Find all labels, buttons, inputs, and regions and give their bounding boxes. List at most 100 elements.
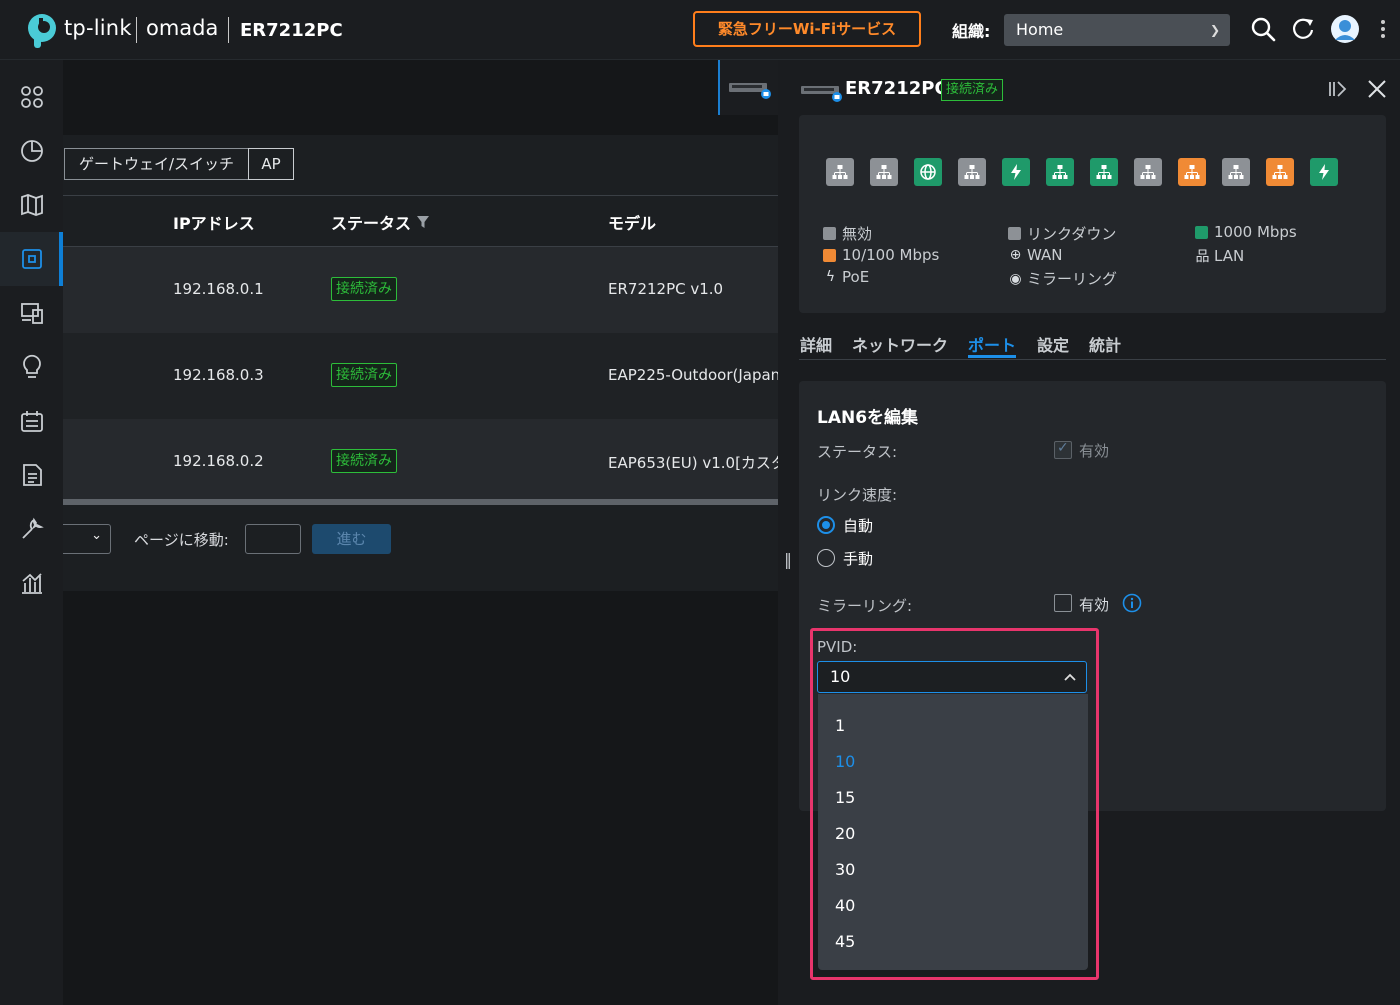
speed-manual-label: 手動 — [843, 550, 874, 568]
search-icon[interactable] — [1250, 16, 1276, 42]
legend-1000mbps: 1000 Mbps — [1195, 223, 1297, 241]
port-6-icon[interactable] — [1046, 158, 1074, 186]
sidebar-item-statistics[interactable] — [0, 124, 63, 178]
sidebar-item-logs[interactable] — [0, 394, 63, 448]
lightbulb-icon — [22, 354, 41, 378]
brand-separator — [136, 17, 137, 43]
devices-icon — [21, 249, 42, 269]
port-11-icon[interactable] — [1266, 158, 1294, 186]
speed-manual-radio[interactable] — [817, 549, 835, 567]
close-icon[interactable] — [1366, 78, 1388, 100]
port-5-icon[interactable] — [1002, 158, 1030, 186]
lightning-icon: ϟ — [825, 269, 836, 285]
sidebar-item-tools[interactable] — [0, 502, 63, 556]
port-8-icon[interactable] — [1134, 158, 1162, 186]
selected-device-thumbnail[interactable] — [718, 60, 778, 115]
port-1-icon[interactable] — [826, 158, 854, 186]
port-2-icon[interactable] — [870, 158, 898, 186]
goto-page-input[interactable] — [245, 524, 301, 554]
legend-swatch — [1195, 225, 1208, 239]
port-3-icon[interactable] — [914, 158, 942, 186]
row-model: EAP225-Outdoor(Japan — [608, 366, 781, 384]
legend-disabled: 無効 — [823, 223, 872, 244]
main-header-area — [63, 60, 778, 135]
sidebar-item-devices[interactable] — [0, 232, 63, 286]
goto-page-button[interactable]: 進む — [312, 524, 391, 554]
top-bar: tp-link omada ER7212PC 緊急フリーWi-Fiサービス 組織… — [0, 0, 1400, 60]
sidebar-item-map[interactable] — [0, 178, 63, 232]
speed-auto-radio[interactable] — [817, 516, 835, 534]
row-model: EAP653(EU) v1.0[カスタ — [608, 454, 786, 472]
lan-icon: 品 — [1195, 249, 1210, 265]
legend-mirroring: ◉ ミラーリング — [1008, 268, 1117, 289]
mirroring-label: ミラーリング: — [817, 597, 913, 615]
analytics-icon — [21, 573, 42, 594]
tab-ports[interactable]: ポート — [968, 332, 1016, 356]
port-7-icon[interactable] — [1090, 158, 1118, 186]
page-size-select[interactable]: ⌄ — [63, 524, 111, 554]
reports-icon — [22, 464, 42, 486]
legend-text: 1000 Mbps — [1214, 223, 1297, 241]
sidebar-item-reports[interactable] — [0, 448, 63, 502]
collapse-panel-icon[interactable] — [1327, 78, 1349, 100]
legend-text: 10/100 Mbps — [842, 246, 940, 264]
table-row[interactable]: 192.168.0.1 接続済み ER7212PC v1.0 — [63, 247, 778, 333]
port-10-icon[interactable] — [1222, 158, 1250, 186]
tab-settings[interactable]: 設定 — [1037, 332, 1069, 356]
tab-statistics[interactable]: 統計 — [1089, 332, 1121, 356]
status-badge: 接続済み — [331, 277, 397, 301]
sidebar-item-clients[interactable] — [0, 286, 63, 340]
port-12-icon[interactable] — [1310, 158, 1338, 186]
column-status[interactable]: ステータス — [331, 210, 411, 234]
filter-icon[interactable] — [416, 215, 430, 229]
org-select[interactable]: Home ❯ — [1004, 14, 1230, 46]
table-row[interactable]: 192.168.0.2 接続済み EAP653(EU) v1.0[カスタ — [63, 419, 786, 505]
org-label: 組織: — [952, 22, 991, 41]
tab-details[interactable]: 詳細 — [800, 332, 832, 356]
sidebar-item-analytics[interactable] — [0, 556, 63, 610]
tab-network[interactable]: ネットワーク — [852, 332, 948, 356]
speed-auto-label: 自動 — [843, 517, 874, 535]
router-icon — [801, 86, 842, 102]
eye-icon: ◉ — [1009, 270, 1022, 287]
emergency-wifi-button[interactable]: 緊急フリーWi-Fiサービス — [693, 11, 921, 47]
status-label: ステータス: — [817, 443, 898, 461]
wrench-icon — [21, 517, 44, 539]
legend-text: WAN — [1027, 246, 1063, 264]
device-model-title: ER7212PC — [240, 20, 343, 41]
sidebar — [0, 60, 63, 1005]
router-icon — [729, 83, 771, 99]
row-ip: 192.168.0.1 — [173, 280, 264, 298]
info-icon[interactable] — [1122, 593, 1142, 613]
legend-wan: ⊕ WAN — [1008, 246, 1063, 264]
status-checkbox[interactable] — [1054, 440, 1072, 459]
column-ip[interactable]: IPアドレス — [173, 210, 255, 234]
drag-handle-icon: ‖ — [784, 550, 792, 569]
panel-resize-handle[interactable]: ‖ — [778, 60, 798, 1005]
main-empty-area — [63, 591, 778, 1005]
port-4-icon[interactable] — [958, 158, 986, 186]
sidebar-item-dashboard[interactable] — [0, 70, 63, 124]
more-vertical-icon[interactable] — [1374, 16, 1392, 42]
goto-page-label: ページに移動: — [134, 531, 229, 549]
app-root: tp-link omada ER7212PC 緊急フリーWi-Fiサービス 組織… — [0, 0, 1400, 1005]
legend-swatch — [823, 248, 836, 262]
active-tab-indicator — [968, 355, 1016, 358]
panel-device-name: ER7212PC — [845, 78, 948, 99]
table-row[interactable]: 192.168.0.3 接続済み EAP225-Outdoor(Japan — [63, 333, 781, 419]
status-checkbox-label: 有効 — [1079, 442, 1110, 460]
legend-link-down: リンクダウン — [1008, 223, 1116, 244]
org-select-value: Home — [1016, 20, 1064, 39]
port-9-icon[interactable] — [1178, 158, 1206, 186]
legend-lan: 品 LAN — [1195, 246, 1245, 266]
segment-gateway-switch[interactable]: ゲートウェイ/スイッチ — [64, 148, 249, 180]
refresh-icon[interactable] — [1290, 16, 1316, 42]
sidebar-item-insights[interactable] — [0, 340, 63, 394]
segment-ap[interactable]: AP — [248, 148, 294, 180]
status-badge: 接続済み — [331, 363, 397, 387]
mirroring-checkbox-label: 有効 — [1079, 596, 1110, 614]
mirroring-checkbox[interactable] — [1054, 594, 1072, 612]
column-model[interactable]: モデル — [608, 210, 656, 234]
avatar-icon[interactable] — [1330, 14, 1360, 44]
brand-omada: omada — [146, 16, 219, 40]
